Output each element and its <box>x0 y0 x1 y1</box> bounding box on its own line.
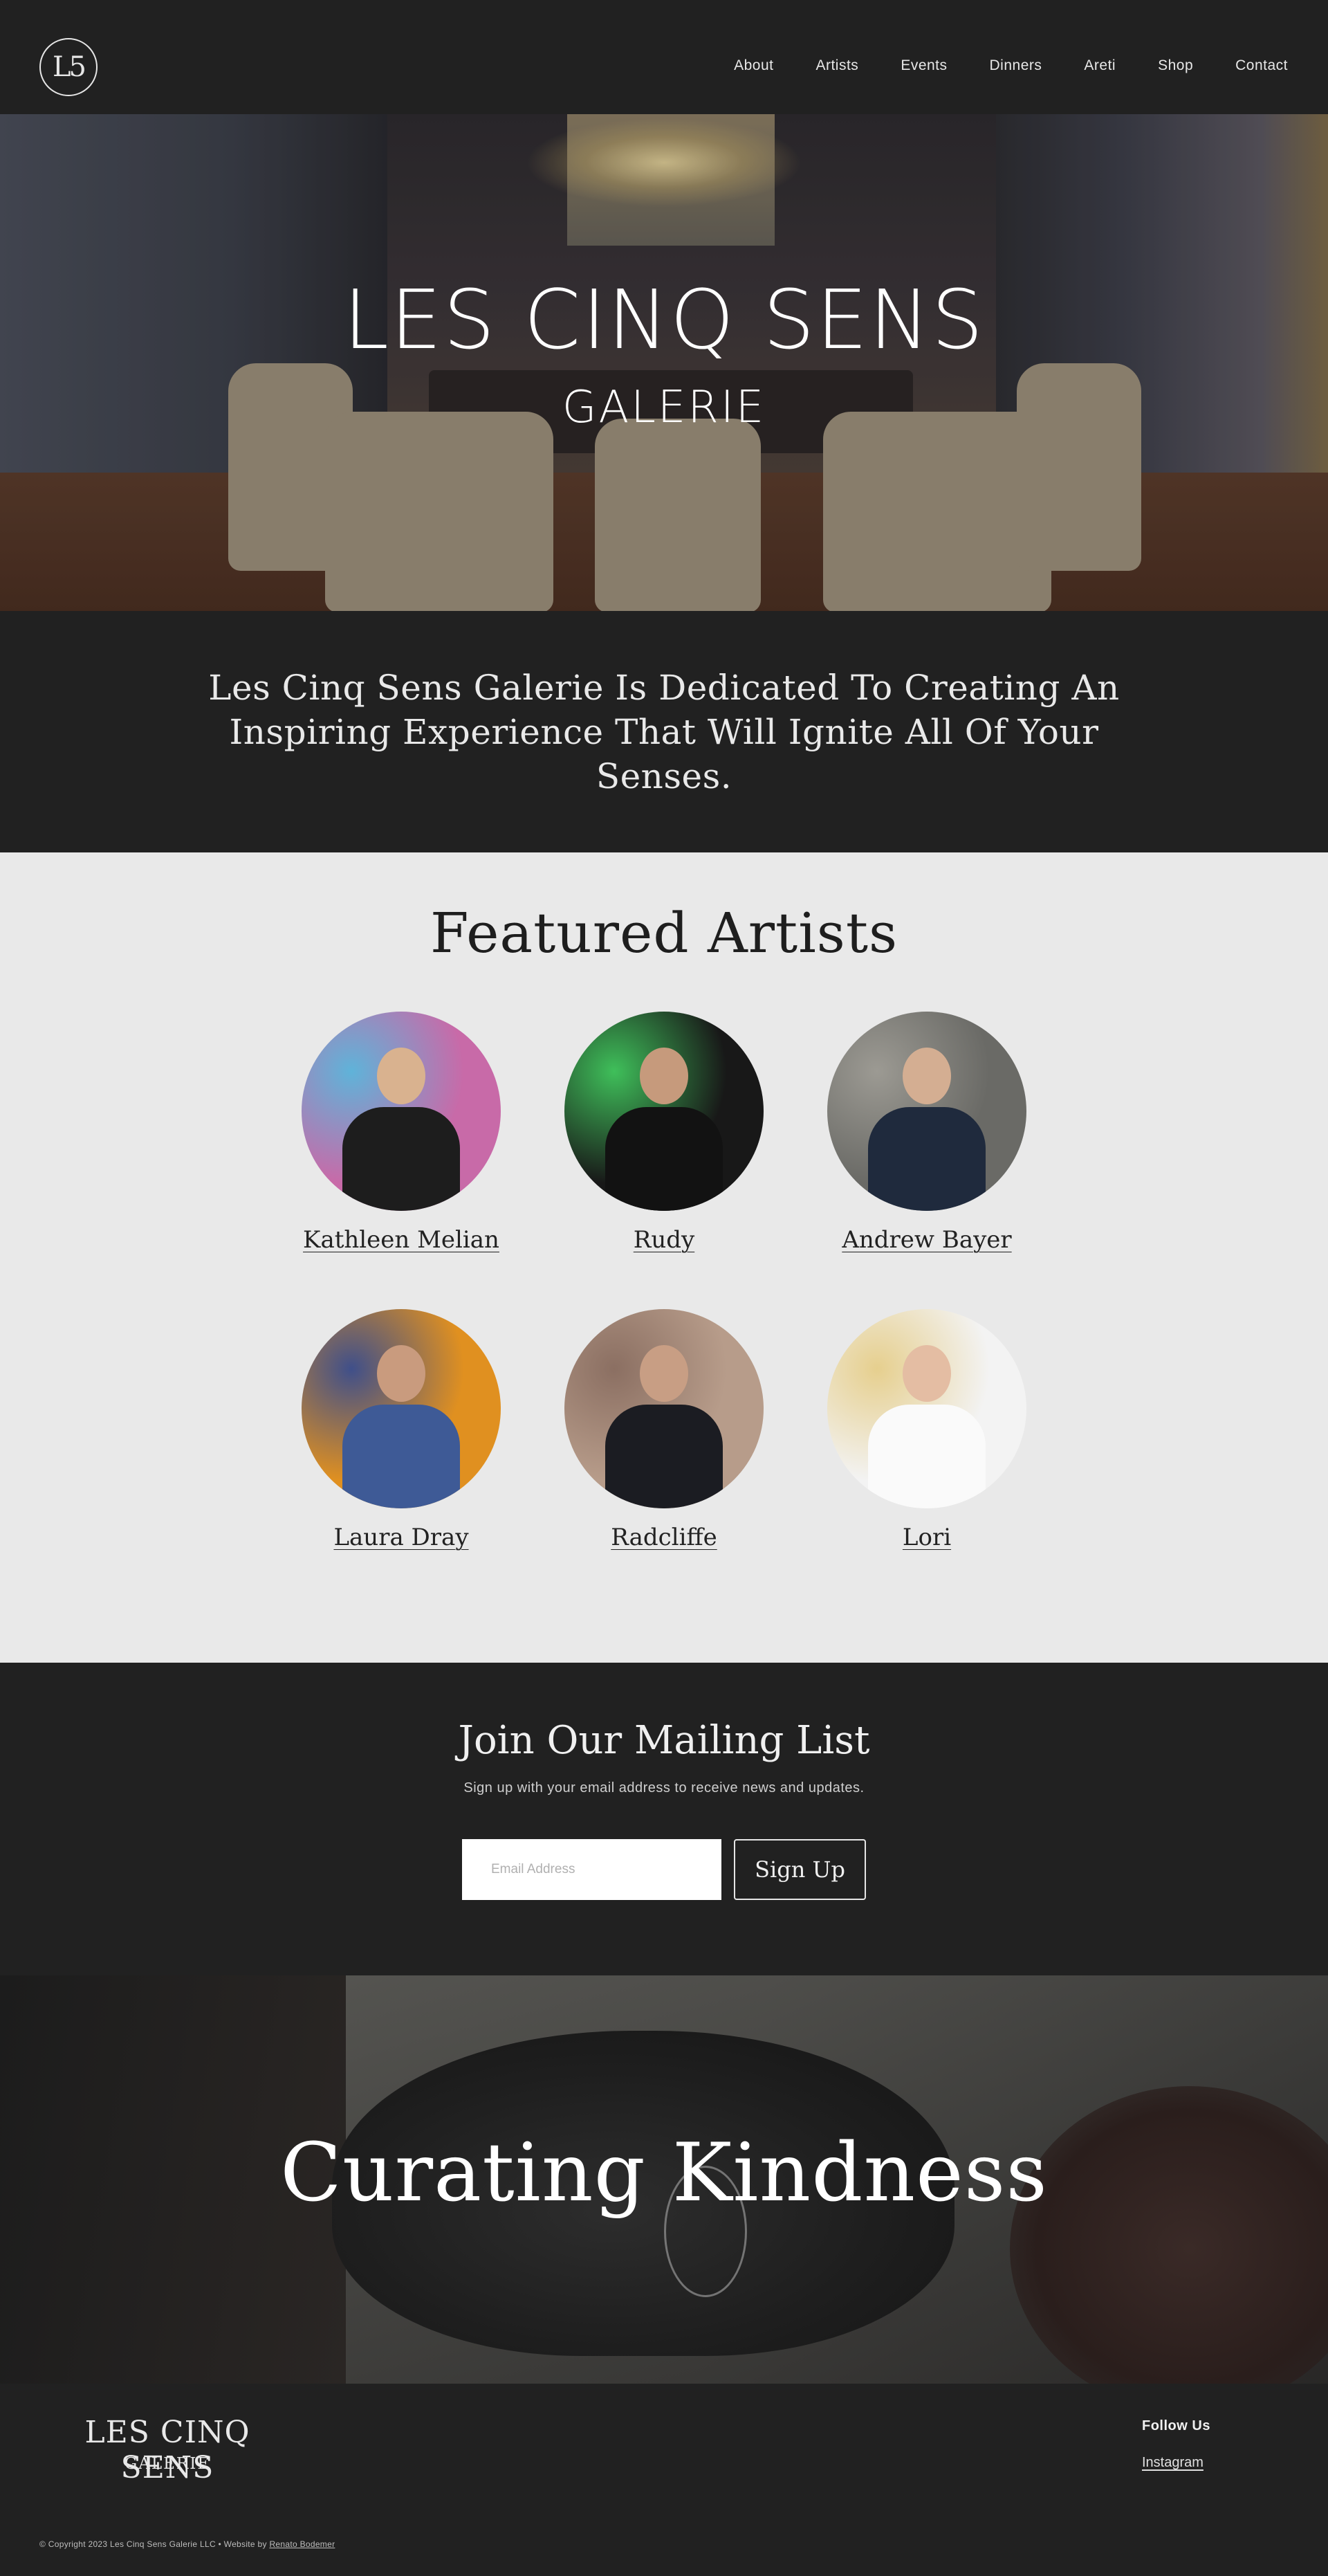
artist-portrait[interactable] <box>302 1012 501 1211</box>
nav-about[interactable]: About <box>734 55 773 76</box>
email-field[interactable] <box>462 1839 721 1900</box>
artist-name-link[interactable]: Laura Dray <box>333 1524 468 1551</box>
banner-heading: Curating Kindness <box>280 2126 1048 2220</box>
mailing-list-section: Join Our Mailing List Sign up with your … <box>0 1663 1328 1975</box>
hero-banner: LES CINQ SENS GALERIE <box>0 114 1328 611</box>
instagram-link[interactable]: Instagram <box>1142 2455 1204 2471</box>
portrait-figure-body <box>868 1107 986 1211</box>
portrait-figure-head <box>377 1047 425 1104</box>
portrait-figure-body <box>605 1405 723 1508</box>
nav-dinners[interactable]: Dinners <box>990 55 1042 76</box>
nav-shop[interactable]: Shop <box>1158 55 1193 76</box>
artist-portrait[interactable] <box>564 1012 764 1211</box>
hero-title: LES CINQ SENS <box>343 272 985 367</box>
intro-section: Les Cinq Sens Galerie Is Dedicated To Cr… <box>0 611 1328 852</box>
site-logo[interactable]: L5 <box>39 38 98 96</box>
follow-us-heading: Follow Us <box>1142 2418 1210 2433</box>
artist-name-link[interactable]: Kathleen Melian <box>303 1226 499 1254</box>
featured-heading: Featured Artists <box>430 901 898 965</box>
artist-portrait[interactable] <box>302 1309 501 1508</box>
artist-card[interactable]: Lori <box>813 1309 1041 1551</box>
portrait-figure-head <box>903 1344 951 1402</box>
portrait-figure-head <box>903 1047 951 1104</box>
artist-name-link[interactable]: Radcliffe <box>611 1524 717 1551</box>
mailing-description: Sign up with your email address to recei… <box>463 1780 865 1796</box>
copyright-prefix: © Copyright 2023 Les Cinq Sens Galerie L… <box>39 2539 270 2549</box>
site-footer: LES CINQ SENS GALERIE Follow Us Instagra… <box>0 2384 1328 2576</box>
portrait-figure-body <box>342 1107 460 1211</box>
artist-portrait[interactable] <box>827 1012 1026 1211</box>
portrait-figure-head <box>377 1344 425 1402</box>
portrait-figure-head <box>640 1344 688 1402</box>
sign-up-button[interactable]: Sign Up <box>734 1839 866 1900</box>
featured-artists-section: Featured Artists Kathleen Melian Rudy Andr… <box>0 852 1328 1663</box>
designer-link[interactable]: Renato Bodemer <box>269 2539 335 2549</box>
portrait-figure-body <box>342 1405 460 1508</box>
footer-logo-subtitle: GALERIE <box>124 2455 211 2473</box>
nav-contact[interactable]: Contact <box>1235 55 1288 76</box>
portrait-figure-body <box>868 1405 986 1508</box>
artist-name-link[interactable]: Lori <box>903 1524 951 1551</box>
copyright-text: © Copyright 2023 Les Cinq Sens Galerie L… <box>39 2539 335 2549</box>
portrait-figure-head <box>640 1047 688 1104</box>
artist-portrait[interactable] <box>564 1309 764 1508</box>
nav-artists[interactable]: Artists <box>815 55 858 76</box>
logo-text: L5 <box>52 51 86 83</box>
artist-card[interactable]: Rudy <box>550 1012 778 1254</box>
nav-areti[interactable]: Areti <box>1084 55 1116 76</box>
artist-card[interactable]: Radcliffe <box>550 1309 778 1551</box>
artist-portrait[interactable] <box>827 1309 1026 1508</box>
artist-name-link[interactable]: Rudy <box>634 1226 694 1254</box>
hero-subtitle: GALERIE <box>562 382 766 433</box>
artist-name-link[interactable]: Andrew Bayer <box>842 1226 1011 1254</box>
nav-events[interactable]: Events <box>901 55 947 76</box>
footer-logo-title: LES CINQ SENS <box>84 2415 250 2485</box>
intro-statement: Les Cinq Sens Galerie Is Dedicated To Cr… <box>208 667 1120 796</box>
site-header: L5 About Artists Events Dinners Areti Sh… <box>0 0 1328 114</box>
artist-card[interactable]: Kathleen Melian <box>287 1012 515 1254</box>
curating-kindness-banner: Curating Kindness <box>0 1975 1328 2384</box>
portrait-figure-body <box>605 1107 723 1211</box>
main-nav: About Artists Events Dinners Areti Shop … <box>692 55 1288 76</box>
artist-card[interactable]: Laura Dray <box>287 1309 515 1551</box>
mailing-heading: Join Our Mailing List <box>458 1718 870 1763</box>
artist-card[interactable]: Andrew Bayer <box>813 1012 1041 1254</box>
